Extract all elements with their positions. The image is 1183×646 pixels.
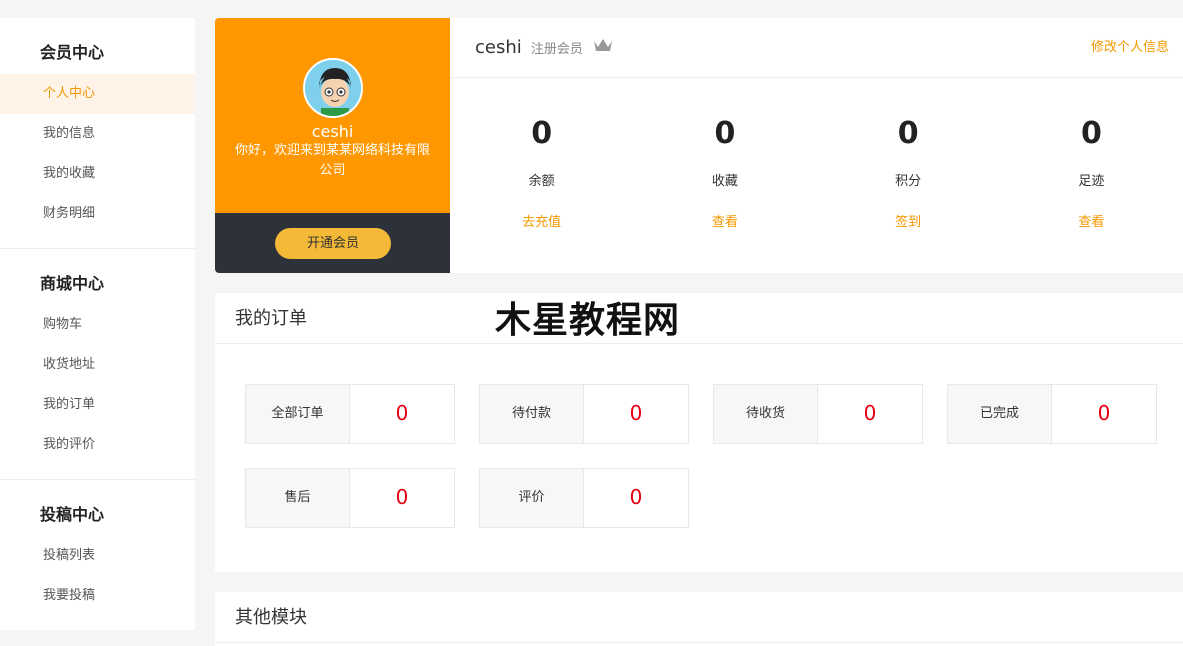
stat-label: 收藏 — [711, 174, 738, 189]
sidebar-item-my-favorites[interactable]: 我的收藏 — [0, 154, 195, 194]
side-group-title: 会员中心 — [40, 43, 105, 62]
profile-greeting: 你好，欢迎来到某某网络科技有限公司 — [235, 143, 431, 178]
sidebar-item-my-reviews[interactable]: 我的评价 — [0, 425, 195, 465]
sidebar: 会员中心 个人中心 我的信息 我的收藏 财务明细 商城中心 购物车 收货地址 我… — [0, 18, 195, 630]
profile-summary-header: ceshi 注册会员 修改个人信息 — [450, 18, 1183, 78]
open-vip-button[interactable]: 开通会员 — [275, 228, 391, 259]
order-pending-receipt[interactable]: 待收货 0 — [713, 384, 923, 444]
side-group-title: 投稿中心 — [40, 505, 105, 524]
side-group-member: 会员中心 个人中心 我的信息 我的收藏 财务明细 — [0, 18, 195, 249]
side-group-title: 商城中心 — [40, 274, 105, 293]
order-count: 0 — [863, 401, 877, 425]
stat-value: 0 — [531, 116, 553, 151]
stat-favorites: 0 收藏 查看 — [633, 114, 816, 230]
profile-name: ceshi — [311, 122, 354, 141]
sidebar-item-submission-list[interactable]: 投稿列表 — [0, 536, 195, 576]
other-header: 其他模块 — [215, 592, 1183, 643]
order-label: 待收货 — [714, 385, 818, 443]
username: ceshi — [475, 37, 522, 58]
stat-value: 0 — [714, 116, 736, 151]
order-completed[interactable]: 已完成 0 — [947, 384, 1157, 444]
stat-label: 积分 — [895, 174, 922, 189]
stat-label: 余额 — [528, 174, 555, 189]
order-label: 售后 — [246, 469, 350, 527]
order-pending-payment[interactable]: 待付款 0 — [479, 384, 689, 444]
sidebar-item-address[interactable]: 收货地址 — [0, 345, 195, 385]
view-favorites-link[interactable]: 查看 — [633, 211, 816, 230]
order-count: 0 — [395, 401, 409, 425]
order-after-sale[interactable]: 售后 0 — [245, 468, 455, 528]
order-label: 待付款 — [480, 385, 584, 443]
sidebar-item-personal-center[interactable]: 个人中心 — [0, 74, 195, 114]
order-count: 0 — [395, 485, 409, 509]
side-group-mall: 商城中心 购物车 收货地址 我的订单 我的评价 — [0, 249, 195, 480]
stat-footprint: 0 足迹 查看 — [1000, 114, 1183, 230]
stat-label: 足迹 — [1078, 174, 1105, 189]
order-label: 评价 — [480, 469, 584, 527]
sidebar-item-submit[interactable]: 我要投稿 — [0, 576, 195, 616]
vip-bar: 开通会员 — [215, 213, 450, 273]
sidebar-item-cart[interactable]: 购物车 — [0, 305, 195, 345]
stat-balance: 0 余额 去充值 — [450, 114, 633, 230]
order-count: 0 — [629, 485, 643, 509]
avatar-cartoon-icon — [304, 60, 361, 116]
crown-icon — [592, 37, 614, 57]
member-level: 注册会员 — [530, 42, 583, 57]
other-section: 其他模块 — [215, 592, 1183, 646]
avatar[interactable] — [302, 58, 363, 118]
view-footprint-link[interactable]: 查看 — [1000, 211, 1183, 230]
section-title: 我的订单 — [235, 308, 307, 329]
stat-value: 0 — [1080, 116, 1102, 151]
order-label: 已完成 — [948, 385, 1052, 443]
order-count: 0 — [629, 401, 643, 425]
profile-header: ceshi 你好，欢迎来到某某网络科技有限公司 — [215, 18, 450, 213]
stat-value: 0 — [897, 116, 919, 151]
edit-profile-link[interactable]: 修改个人信息 — [1091, 18, 1169, 78]
stat-points: 0 积分 签到 — [817, 114, 1000, 230]
section-title: 其他模块 — [235, 607, 307, 628]
order-count: 0 — [1097, 401, 1111, 425]
sign-in-link[interactable]: 签到 — [817, 211, 1000, 230]
order-label: 全部订单 — [246, 385, 350, 443]
orders-header: 我的订单 木星教程网 — [215, 293, 1183, 344]
order-review[interactable]: 评价 0 — [479, 468, 689, 528]
profile-card: ceshi 你好，欢迎来到某某网络科技有限公司 开通会员 — [215, 18, 450, 273]
watermark: 木星教程网 — [495, 300, 681, 341]
sidebar-item-finance[interactable]: 财务明细 — [0, 194, 195, 234]
stats-row: 0 余额 去充值 0 收藏 查看 0 积分 签到 0 足迹 查看 — [450, 78, 1183, 230]
sidebar-item-my-info[interactable]: 我的信息 — [0, 114, 195, 154]
profile-summary: ceshi 注册会员 修改个人信息 0 余额 去充值 0 收藏 查看 0 积分 … — [450, 18, 1183, 273]
sidebar-item-my-orders[interactable]: 我的订单 — [0, 385, 195, 425]
side-group-submission: 投稿中心 投稿列表 我要投稿 — [0, 480, 195, 630]
recharge-link[interactable]: 去充值 — [450, 211, 633, 230]
orders-section: 我的订单 木星教程网 全部订单 0 待付款 0 待收货 0 已完成 0 售后 0… — [215, 293, 1183, 572]
order-all[interactable]: 全部订单 0 — [245, 384, 455, 444]
